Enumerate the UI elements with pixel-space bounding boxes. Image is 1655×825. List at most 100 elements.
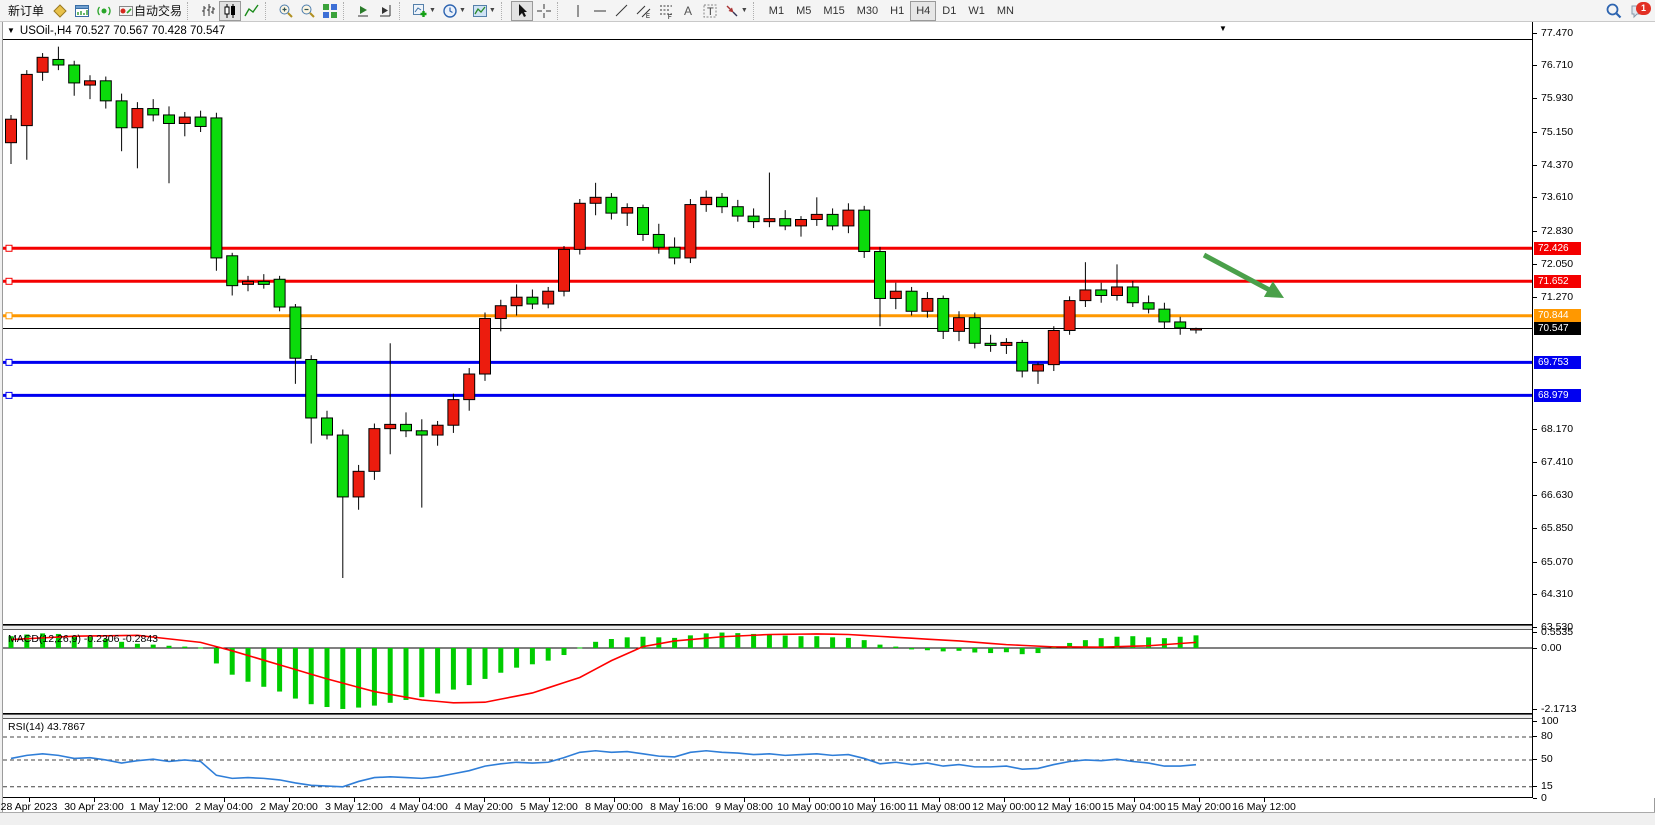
autotrading-button[interactable]: 自动交易 (115, 1, 185, 21)
signals-button[interactable] (93, 1, 115, 21)
time-axis[interactable]: 28 Apr 202330 Apr 23:001 May 12:002 May … (3, 798, 1532, 812)
vertical-line-icon (570, 3, 586, 19)
candlestick-mode-button[interactable] (219, 1, 241, 21)
horizontal-line-button[interactable] (589, 1, 611, 21)
crosshair-button[interactable] (533, 1, 555, 21)
line-chart-mode-button[interactable] (241, 1, 263, 21)
bar-chart-mode-button[interactable] (197, 1, 219, 21)
zoom-in-icon (278, 3, 294, 19)
tf-w1-button[interactable]: W1 (962, 1, 991, 21)
notification-badge: 1 (1636, 2, 1651, 15)
zoom-in-button[interactable] (275, 1, 297, 21)
price-badge: 72.426 (1534, 242, 1581, 255)
crosshair-icon (536, 3, 552, 19)
price-axis[interactable]: 77.47076.71075.93075.15074.37073.61072.8… (1532, 22, 1655, 798)
toolbar-separator (501, 2, 508, 20)
tf-d1-button[interactable]: D1 (936, 1, 962, 21)
arrows-button[interactable]: ▼ (721, 1, 751, 21)
auto-scroll-button[interactable] (353, 1, 375, 21)
chart-top-marker-icon[interactable]: ▼ (1219, 24, 1227, 33)
cursor-button[interactable] (511, 1, 533, 21)
trendline-button[interactable] (611, 1, 633, 21)
price-tick (1533, 132, 1537, 133)
tf-h4-button[interactable]: H4 (910, 1, 936, 21)
clock-icon (442, 3, 458, 19)
dropdown-arrow-icon[interactable]: ▼ (459, 7, 466, 14)
fibonacci-button[interactable]: F (655, 1, 677, 21)
new-order-button[interactable]: 新订单 (3, 1, 49, 21)
channel-button[interactable]: E (633, 1, 655, 21)
price-tick-label: 72.050 (1541, 258, 1573, 270)
candlestick-icon (222, 3, 238, 19)
chart-shift-button[interactable] (375, 1, 397, 21)
chart-window: ▼ USOil-,H4 70.527 70.567 70.428 70.547 … (2, 22, 1655, 812)
macd-canvas[interactable] (3, 631, 1532, 714)
text-label-button[interactable]: T (699, 1, 721, 21)
pane-splitter[interactable] (3, 625, 1532, 630)
zoom-out-button[interactable] (297, 1, 319, 21)
period-button[interactable]: ▼ (439, 1, 469, 21)
dropdown-arrow-icon[interactable]: ▼ (741, 7, 748, 14)
rsi-axis-label: 80 (1541, 730, 1553, 742)
price-tick (1533, 627, 1537, 628)
price-tick (1533, 594, 1537, 595)
plot-area: ▼ USOil-,H4 70.527 70.567 70.428 70.547 … (3, 22, 1532, 812)
trend-arrow-annotation[interactable] (1204, 255, 1284, 298)
tf-m1-button[interactable]: M1 (763, 1, 790, 21)
price-tick (1533, 33, 1537, 34)
rsi-axis-label: 100 (1541, 715, 1559, 727)
price-tick (1533, 165, 1537, 166)
main-toolbar: 新订单 自动交易 ▼ ▼ ▼ E F A T ▼ M1M5M15M30H1H4D… (0, 0, 1655, 22)
search-button[interactable] (1602, 1, 1626, 21)
vertical-line-button[interactable] (567, 1, 589, 21)
dropdown-arrow-icon[interactable]: ▼ (489, 7, 496, 14)
notifications-button[interactable]: 1 (1626, 1, 1652, 21)
price-tick (1533, 197, 1537, 198)
text-label-icon: T (702, 3, 718, 19)
macd-axis-label: -2.1713 (1541, 703, 1577, 715)
add-indicator-button[interactable]: ▼ (409, 1, 439, 21)
rsi-canvas[interactable] (3, 719, 1532, 798)
cursor-icon (514, 3, 530, 19)
line-chart-icon (244, 3, 260, 19)
tf-m15-button[interactable]: M15 (817, 1, 850, 21)
tile-windows-button[interactable] (319, 1, 341, 21)
equidistant-channel-icon: E (636, 3, 652, 19)
tf-m5-button[interactable]: M5 (790, 1, 817, 21)
price-tick-label: 73.610 (1541, 191, 1573, 203)
svg-text:A: A (684, 4, 692, 18)
macd-axis-label: 0.00 (1541, 642, 1561, 654)
autotrading-label: 自动交易 (134, 2, 182, 19)
rsi-tick (1533, 798, 1537, 799)
price-tick-label: 65.070 (1541, 556, 1573, 568)
dropdown-arrow-icon[interactable]: ▼ (429, 7, 436, 14)
horizontal-line-icon (592, 3, 608, 19)
hline-anchor (6, 313, 12, 319)
rsi-tick (1533, 736, 1537, 737)
status-strip (0, 812, 1655, 825)
main-chart-canvas[interactable] (3, 22, 1532, 625)
search-icon (1605, 2, 1623, 20)
macd-tick (1533, 648, 1537, 649)
market-depth-button[interactable] (49, 1, 71, 21)
tf-m30-button[interactable]: M30 (851, 1, 884, 21)
autotrading-icon (118, 3, 134, 19)
price-tick-label: 74.370 (1541, 159, 1573, 171)
price-tick (1533, 231, 1537, 232)
toolbar-separator (557, 2, 564, 20)
new-chart-window-button[interactable] (71, 1, 93, 21)
fibonacci-icon: F (658, 3, 674, 19)
price-tick-label: 65.850 (1541, 522, 1573, 534)
tile-windows-icon (322, 3, 338, 19)
hline-anchor (6, 245, 12, 251)
add-indicator-icon (412, 3, 428, 19)
rsi-axis-label: 0 (1541, 792, 1547, 804)
price-badge: 70.547 (1534, 322, 1581, 335)
tf-mn-button[interactable]: MN (991, 1, 1020, 21)
svg-text:F: F (668, 15, 672, 19)
template-button[interactable]: ▼ (469, 1, 499, 21)
price-tick-label: 75.150 (1541, 126, 1573, 138)
collapse-triangle-icon[interactable]: ▼ (7, 26, 15, 35)
text-button[interactable]: A (677, 1, 699, 21)
tf-h1-button[interactable]: H1 (884, 1, 910, 21)
